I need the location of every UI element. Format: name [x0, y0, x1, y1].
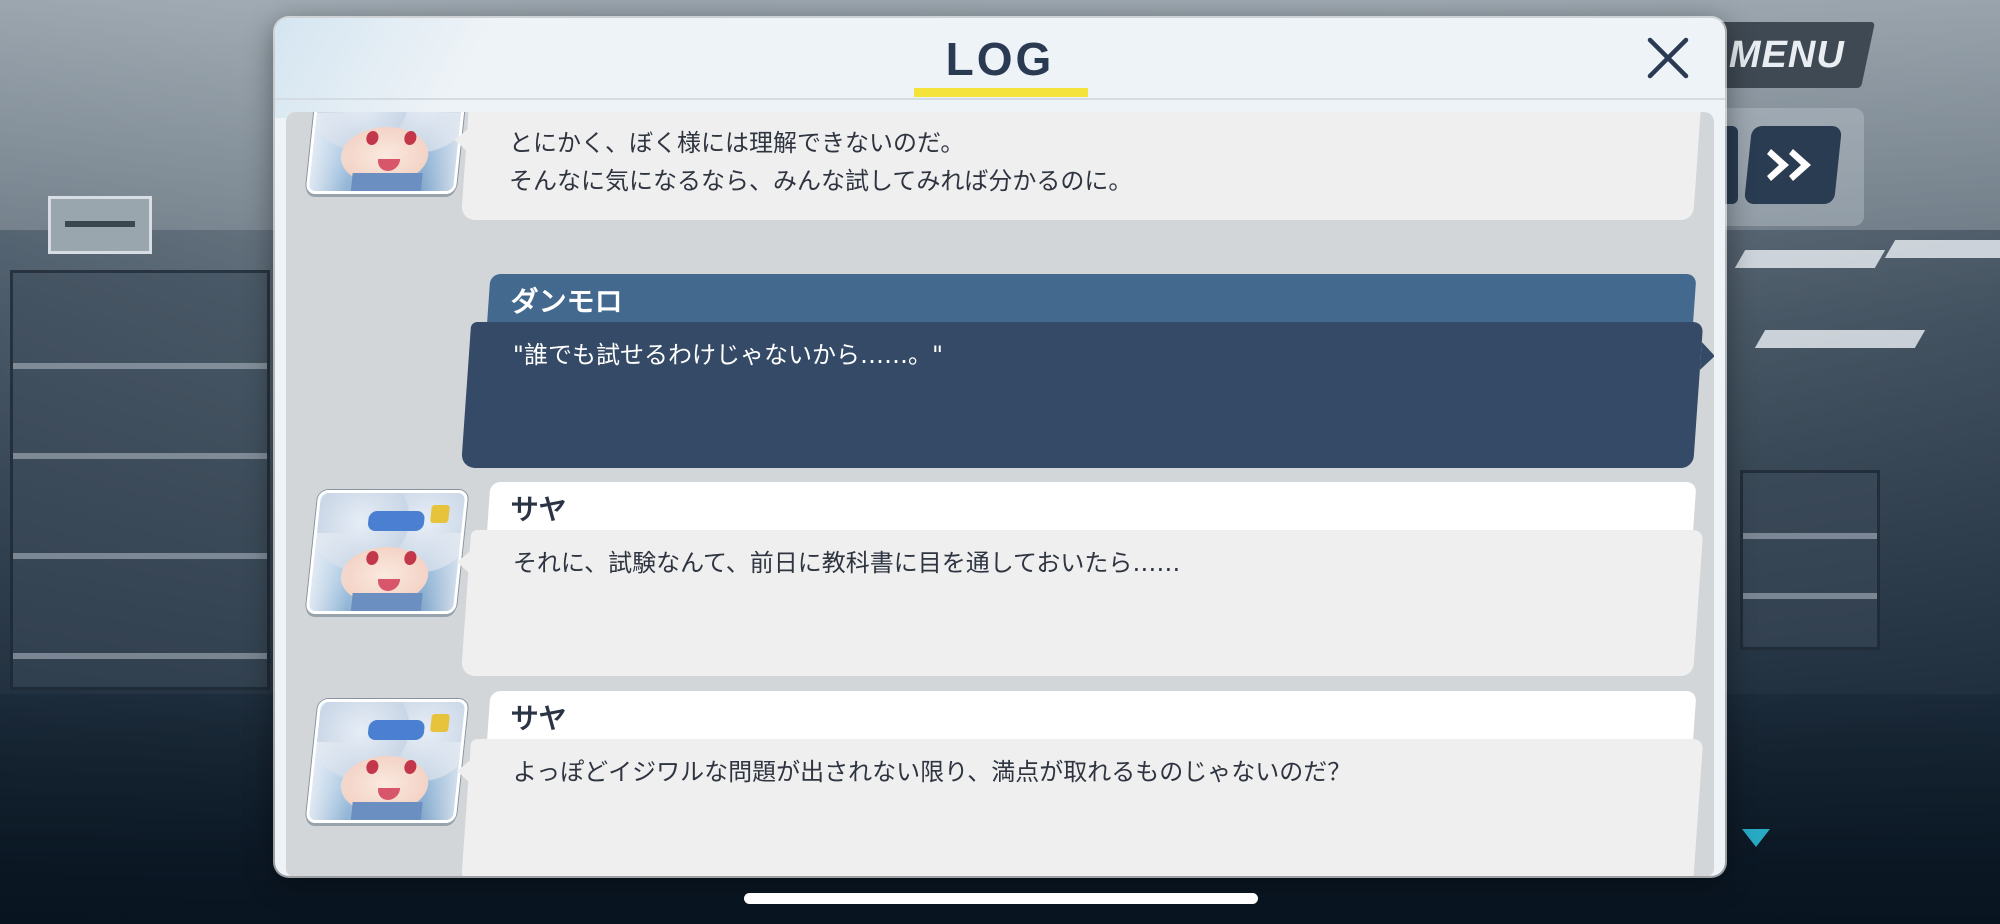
- character-avatar[interactable]: [305, 699, 469, 823]
- character-avatar[interactable]: [305, 112, 469, 194]
- speaker-name-bar: ダンモロ: [487, 274, 1697, 324]
- speaker-name: サヤ: [510, 702, 567, 735]
- dialogue-bubble: それに、試験なんて、前日に教科書に目を通しておいたら……: [456, 530, 1704, 676]
- dialogue-text: とにかく、ぼく様には理解できないのだ。 そんなに気になるなら、みんな試してみれば…: [509, 129, 1133, 195]
- dialogue-text: よっぽどイジワルな問題が出されない限り、満点が取れるものじゃないのだ？: [512, 758, 1352, 786]
- background-ceiling-light: [1754, 330, 1926, 348]
- log-header: LOG: [275, 18, 1725, 100]
- background-shelf: [10, 270, 270, 690]
- log-window: LOG とにかく、ぼく様には理解できないのだ。 そんなに気になるなら、みんな試し…: [275, 18, 1725, 876]
- character-avatar[interactable]: [305, 490, 469, 614]
- close-button[interactable]: [1640, 30, 1696, 86]
- dialogue-text: それに、試験なんて、前日に教科書に目を通しておいたら……: [512, 549, 1181, 577]
- background-ceiling-light: [1884, 240, 2000, 258]
- speaker-name-bar: サヤ: [487, 691, 1697, 741]
- fast-forward-button[interactable]: [1743, 126, 1843, 204]
- menu-button-label: MENU: [1728, 33, 1845, 76]
- log-title-underline: [914, 88, 1088, 97]
- speaker-name: サヤ: [510, 493, 567, 526]
- background-wall-sign: [48, 196, 152, 254]
- dialogue-bubble: とにかく、ぼく様には理解できないのだ。 そんなに気になるなら、みんな試してみれば…: [453, 112, 1702, 220]
- background-ceiling-light: [1734, 250, 1886, 268]
- dialogue-bubble: "誰でも試せるわけじゃないから……。": [461, 322, 1714, 468]
- speaker-name: ダンモロ: [510, 285, 623, 318]
- log-scroll-area[interactable]: とにかく、ぼく様には理解できないのだ。 そんなに気になるなら、みんな試してみれば…: [286, 112, 1714, 876]
- triangle-down-icon[interactable]: [1742, 829, 1770, 847]
- dialogue-text: "誰でも試せるわけじゃないから……。": [512, 341, 943, 369]
- home-indicator[interactable]: [744, 893, 1258, 904]
- speaker-name-bar: サヤ: [487, 482, 1697, 532]
- fast-forward-icon: [1767, 149, 1811, 181]
- log-title: LOG: [945, 33, 1055, 85]
- background-shelf-right: [1740, 470, 1880, 650]
- close-icon: [1647, 37, 1689, 79]
- dialogue-bubble: よっぽどイジワルな問題が出されない限り、満点が取れるものじゃないのだ？: [456, 739, 1704, 876]
